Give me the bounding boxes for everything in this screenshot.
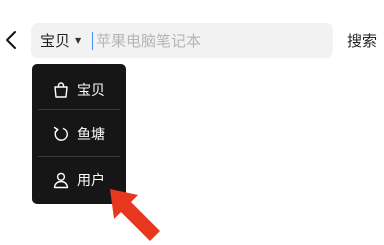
back-button[interactable] (0, 24, 22, 56)
menu-item-label: 宝贝 (77, 83, 105, 99)
menu-item-label: 鱼塘 (77, 127, 105, 143)
annotation-arrow-icon (110, 189, 160, 241)
shopping-bag-icon (52, 81, 70, 99)
search-bar: 宝贝 ▼ (31, 23, 333, 58)
status-bar (6, 0, 76, 5)
search-input[interactable] (92, 32, 322, 50)
menu-item-baobei[interactable]: 宝贝 (32, 72, 126, 108)
search-screen: 宝贝 ▼ 搜索 宝贝 鱼塘 (0, 0, 384, 245)
chevron-left-icon (6, 31, 16, 49)
search-scope-select[interactable]: 宝贝 ▼ (40, 23, 81, 58)
menu-divider (38, 109, 120, 110)
caret-down-icon: ▼ (75, 36, 82, 45)
search-button[interactable]: 搜索 (347, 23, 377, 58)
user-icon (52, 171, 70, 189)
fish-pond-icon (52, 125, 70, 143)
search-scope-label: 宝贝 (40, 32, 71, 50)
menu-divider (38, 156, 120, 157)
menu-item-yutang[interactable]: 鱼塘 (32, 114, 126, 154)
menu-item-label: 用户 (77, 173, 105, 189)
scope-dropdown-menu: 宝贝 鱼塘 用户 (32, 64, 126, 204)
